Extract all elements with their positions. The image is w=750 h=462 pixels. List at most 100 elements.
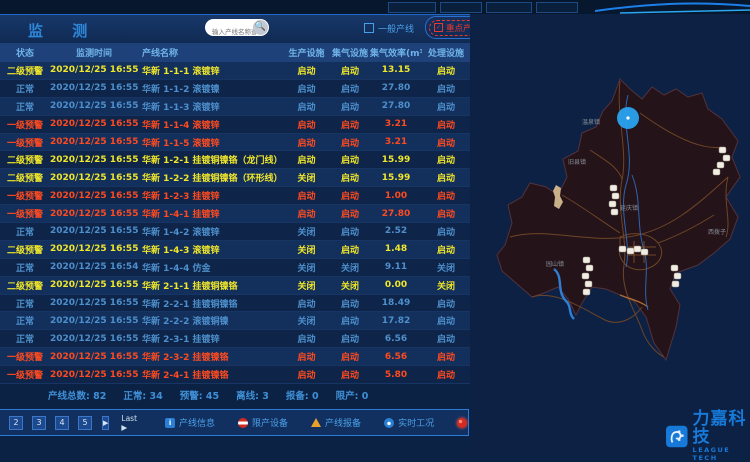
summary-label: 产线总数: (48, 391, 90, 402)
gas-collection-cell: 启动 (330, 100, 370, 113)
status-cell: 二级预警 (0, 279, 50, 292)
time-cell: 2020/12/25 16:55:24 (50, 119, 138, 129)
summary-item: 离线: 3 (236, 388, 269, 402)
table-row[interactable]: 二级预警 2020/12/25 16:55:04 华新 1-4-3 滚镀锌 关闭… (0, 241, 470, 259)
search-box[interactable]: 🔍 (205, 19, 269, 36)
time-cell: 2020/12/25 16:55:04 (50, 298, 138, 308)
treatment-facility-cell: 启动 (422, 297, 470, 310)
line-name-cell: 华新 1-4-4 仿金 (138, 261, 283, 274)
table-row[interactable]: 二级预警 2020/12/25 16:55:24 华新 2-1-1 挂镀铜镍铬 … (0, 277, 470, 295)
summary-value: 34 (149, 391, 162, 402)
status-cell: 一级预警 (0, 207, 50, 220)
line-name-cell: 华新 1-1-5 滚镀锌 (138, 136, 283, 149)
gas-efficiency-cell: 13.15 (370, 65, 422, 75)
gas-efficiency-cell: 3.21 (370, 137, 422, 147)
treatment-facility-cell: 启动 (422, 243, 470, 256)
gas-efficiency-cell: 5.80 (370, 370, 422, 380)
toolbar-button[interactable]: 产线报备 (311, 416, 361, 429)
time-cell: 2020/12/25 16:55:24 (50, 65, 138, 75)
table-row[interactable]: 正常 2020/12/25 16:55:24 华新 1-1-2 滚镀镍 启动 启… (0, 80, 470, 98)
line-name-cell: 华新 1-4-2 滚镀锌 (138, 225, 283, 238)
status-cell: 正常 (0, 332, 50, 345)
table-row[interactable]: 正常 2020/12/25 16:55:24 华新 2-3-1 挂镀锌 启动 启… (0, 330, 470, 348)
last-page-button[interactable]: Last ▶ (121, 414, 137, 432)
status-cell: 正常 (0, 82, 50, 95)
toolbar-button-label: 实时工况 (398, 416, 434, 429)
search-icon[interactable]: 🔍 (253, 20, 268, 35)
monitor-table: 状态监测时间产线名称生产设施集气设施集气效率(m³/s)处理设施 二级预警 20… (0, 43, 470, 384)
table-row[interactable]: 一级预警 2020/12/25 16:55:24 华新 1-1-5 滚镀锌 启动… (0, 134, 470, 152)
table-header-row: 状态监测时间产线名称生产设施集气设施集气效率(m³/s)处理设施 (0, 43, 470, 62)
page-button[interactable]: 3 (32, 416, 46, 430)
toolbar-button-label: 限产设备 (252, 416, 288, 429)
production-facility-cell: 启动 (283, 153, 330, 166)
table-row[interactable]: 二级预警 2020/12/25 16:55:24 华新 1-2-2 挂镀铜镍铬（… (0, 169, 470, 187)
gas-efficiency-cell: 2.52 (370, 226, 422, 236)
time-cell: 2020/12/25 16:55:24 (50, 173, 138, 183)
table-row[interactable]: 二级预警 2020/12/25 16:55:24 华新 1-1-1 滚镀锌 启动… (0, 62, 470, 80)
page-title: 监 测 (28, 20, 99, 41)
line-name-cell: 华新 1-2-1 挂镀铜镍铬（龙门线） (138, 153, 283, 166)
column-header: 生产设施 (283, 46, 330, 59)
gas-collection-cell: 启动 (330, 64, 370, 77)
next-page-button[interactable]: ▶ (102, 416, 109, 430)
realtime-gauge-icon (384, 418, 394, 428)
production-facility-cell: 启动 (283, 118, 330, 131)
table-row[interactable]: 一级预警 2020/12/25 16:55:24 华新 2-3-2 挂镀镍铬 启… (0, 348, 470, 366)
table-row[interactable]: 正常 2020/12/25 16:55:24 华新 1-4-2 滚镀锌 关闭 启… (0, 223, 470, 241)
treatment-facility-cell: 启动 (422, 225, 470, 238)
map-place-label: 园山镇 (546, 259, 564, 268)
summary-label: 限产: (336, 391, 359, 402)
treatment-facility-cell: 关闭 (422, 279, 470, 292)
summary-value: 0 (362, 391, 369, 402)
gas-efficiency-cell: 15.99 (370, 155, 422, 165)
table-row[interactable]: 正常 2020/12/25 16:55:04 华新 2-2-2 滚镀铜镍 关闭 … (0, 312, 470, 330)
status-cell: 正常 (0, 225, 50, 238)
page-button[interactable]: 5 (78, 416, 92, 430)
treatment-facility-cell: 启动 (422, 207, 470, 220)
table-row[interactable]: 一级预警 2020/12/25 16:55:24 华新 1-2-3 挂镀锌 启动… (0, 187, 470, 205)
map-label-layer: 温泉镇旧县镇延庆镇西拨子园山镇 (470, 55, 750, 400)
map-place-label: 旧县镇 (568, 157, 586, 166)
district-map: 温泉镇旧县镇延庆镇西拨子园山镇 (470, 14, 750, 450)
page-button[interactable]: 2 (9, 416, 23, 430)
column-header: 监测时间 (50, 46, 138, 59)
table-row[interactable]: 一级预警 2020/12/25 16:55:24 华新 2-4-1 挂镀镍铬 启… (0, 366, 470, 384)
summary-item: 限产: 0 (336, 388, 369, 402)
gas-efficiency-cell: 27.80 (370, 209, 422, 219)
gas-collection-cell: 启动 (330, 153, 370, 166)
toolbar-button[interactable]: 实时工况 (384, 416, 434, 429)
toolbar-button[interactable]: 限产设备 (238, 416, 288, 429)
search-input[interactable] (205, 24, 256, 40)
treatment-facility-cell: 启动 (422, 171, 470, 184)
logo-name-en: LEAGUE TECH (693, 446, 750, 462)
page-button[interactable]: 4 (55, 416, 69, 430)
pagination: 2345 (0, 416, 92, 430)
table-row[interactable]: 一级预警 2020/12/25 16:55:24 华新 1-4-1 挂镀锌 启动… (0, 205, 470, 223)
production-facility-cell: 启动 (283, 136, 330, 149)
summary-value: 3 (262, 391, 269, 402)
production-facility-cell: 关闭 (283, 243, 330, 256)
checkbox-icon (364, 23, 374, 33)
toolbar-button[interactable]: i 产线信息 (165, 416, 215, 429)
production-facility-cell: 启动 (283, 82, 330, 95)
info-icon: i (165, 418, 175, 428)
table-row[interactable]: 一级预警 2020/12/25 16:55:24 华新 1-1-4 滚镀锌 启动… (0, 116, 470, 134)
gas-collection-cell: 启动 (330, 118, 370, 131)
table-row[interactable]: 正常 2020/12/25 16:55:24 华新 1-1-3 滚镀锌 启动 启… (0, 98, 470, 116)
treatment-facility-cell: 启动 (422, 136, 470, 149)
table-row[interactable]: 正常 2020/12/25 16:55:04 华新 2-2-1 挂镀铜镍铬 启动… (0, 295, 470, 313)
time-cell: 2020/12/25 16:55:24 (50, 83, 138, 93)
gas-efficiency-cell: 6.56 (370, 352, 422, 362)
treatment-facility-cell: 启动 (422, 118, 470, 131)
summary-item: 产线总数: 82 (48, 388, 106, 402)
table-row[interactable]: 二级预警 2020/12/25 16:55:04 华新 1-2-1 挂镀铜镍铬（… (0, 151, 470, 169)
summary-label: 报备: (286, 391, 309, 402)
table-row[interactable]: 正常 2020/12/25 16:54:44 华新 1-4-4 仿金 关闭 关闭… (0, 259, 470, 277)
treatment-facility-cell: 启动 (422, 189, 470, 202)
time-cell: 2020/12/25 16:55:24 (50, 334, 138, 344)
time-cell: 2020/12/25 16:55:24 (50, 209, 138, 219)
general-line-checkbox[interactable]: 一般产线 (364, 22, 414, 35)
production-facility-cell: 关闭 (283, 279, 330, 292)
treatment-facility-cell: 启动 (422, 368, 470, 381)
